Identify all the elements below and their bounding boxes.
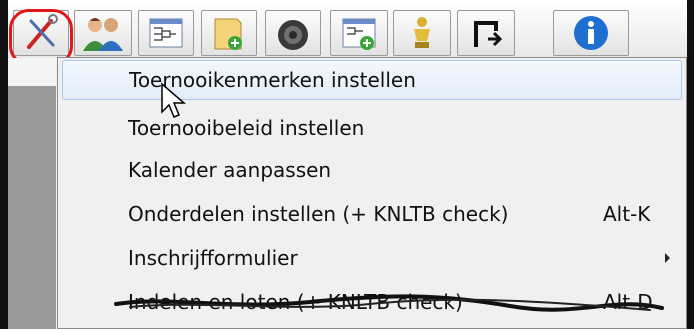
menu-item-label: Toernooikenmerken instellen (129, 68, 416, 92)
users-icon (81, 13, 125, 53)
draw-schedule-icon (146, 13, 186, 53)
draw-schedule-button[interactable] (138, 10, 194, 56)
users-button[interactable] (74, 10, 132, 56)
menu-item-onderdelen[interactable]: Onderdelen instellen (+ KNLTB check) Alt… (62, 194, 682, 234)
menu-item-label: Inschrijfformulier (128, 246, 298, 270)
menu-item-toernooibeleid[interactable]: Toernooibeleid instellen (62, 108, 682, 148)
side-panel-strip (8, 86, 56, 329)
info-icon (571, 13, 611, 53)
tools-button[interactable] (13, 10, 69, 56)
menu-item-indelen-loten[interactable]: Indelen en loten (+ KNLTB check) Alt-D (62, 282, 682, 322)
tools-menu: Toernooikenmerken instellen Toernooibele… (57, 57, 687, 329)
menu-item-label: Indelen en loten (+ KNLTB check) (128, 290, 463, 314)
window-border-right (687, 0, 694, 329)
exit-button[interactable] (457, 10, 515, 56)
tools-icon (21, 13, 61, 53)
exit-icon (466, 13, 506, 53)
menu-item-shortcut: Alt-K (603, 202, 651, 226)
menu-item-toernooikenmerken[interactable]: Toernooikenmerken instellen (62, 60, 682, 100)
trophy-button[interactable] (393, 10, 451, 56)
menu-item-inschrijfformulier[interactable]: Inschrijfformulier (62, 238, 682, 278)
submenu-arrow-icon (665, 253, 670, 263)
toolbar (8, 0, 687, 59)
menu-item-kalender[interactable]: Kalender aanpassen (62, 150, 682, 190)
trophy-icon (402, 13, 442, 53)
menu-item-label: Toernooibeleid instellen (128, 116, 365, 140)
window-border-left (0, 0, 8, 329)
draw-schedule-add-button[interactable] (330, 10, 388, 56)
menu-item-label: Onderdelen instellen (+ KNLTB check) (128, 202, 509, 226)
info-button[interactable] (553, 10, 629, 56)
tennis-ball-icon (273, 13, 313, 53)
folder-add-button[interactable] (201, 10, 257, 56)
tennis-ball-button[interactable] (265, 10, 321, 56)
menu-item-label: Kalender aanpassen (128, 158, 332, 182)
draw-schedule-add-icon (339, 13, 379, 53)
folder-add-icon (209, 13, 249, 53)
menu-item-shortcut: Alt-D (603, 290, 653, 314)
